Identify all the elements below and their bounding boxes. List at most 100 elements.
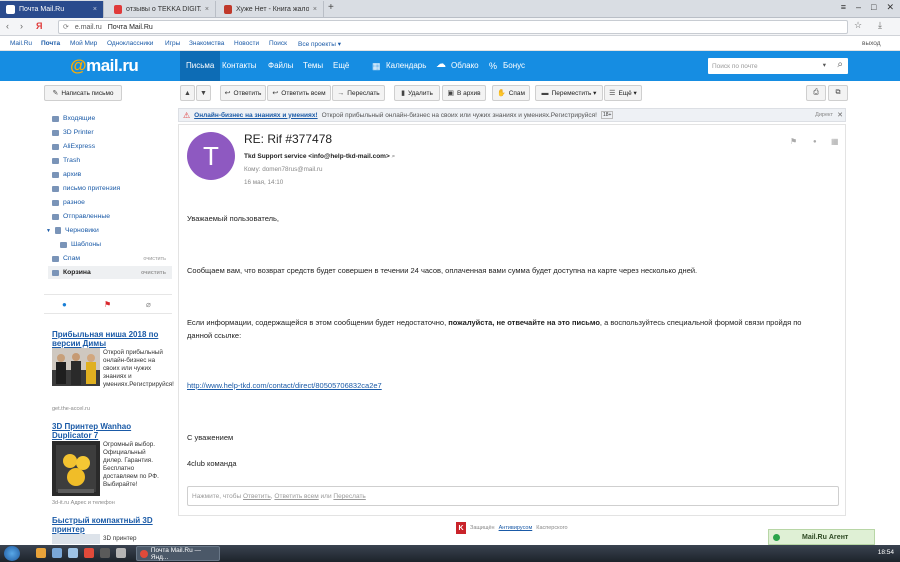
back-arrow-icon[interactable]: ‹ — [6, 21, 9, 31]
tab-complaints[interactable]: Хуже Нет - Книга жалоб, О × — [218, 1, 324, 18]
ad-title[interactable]: 3D Принтер Wanhao Duplicator 7 — [52, 422, 162, 440]
logout-link[interactable]: выход — [862, 40, 881, 47]
folder-trash[interactable]: Корзина очистить — [48, 266, 172, 279]
app-taskbar-icon[interactable] — [52, 548, 62, 558]
mail-search-input[interactable]: Поиск по почте ▾ ⌕ — [708, 58, 848, 74]
unread-filter-icon[interactable]: ● — [62, 300, 67, 309]
portal-link-dating[interactable]: Знакомства — [189, 40, 224, 47]
flagged-filter-icon[interactable]: ⚑ — [104, 300, 111, 309]
portal-link-games[interactable]: Игры — [165, 40, 180, 47]
nav-bonus[interactable]: Бонус — [503, 61, 525, 70]
clean-spam-link[interactable]: очистить — [143, 256, 166, 262]
start-button[interactable] — [4, 546, 20, 561]
new-tab-button[interactable]: + — [328, 2, 334, 13]
url-field[interactable]: ⟳ e.mail.ru Почта Mail.Ru — [58, 20, 848, 34]
ad-text[interactable]: Огромный выбор. Официальный дилер. Гаран… — [103, 441, 163, 489]
clean-trash-link[interactable]: очистить — [141, 270, 166, 276]
ad-title[interactable]: Быстрый компактный 3D принтер — [52, 516, 162, 534]
quick-reply-box[interactable]: Нажмите, чтобы Ответить, Ответить всем и… — [187, 486, 839, 506]
folder-trash-custom[interactable]: Trash — [52, 154, 172, 167]
folder-misc[interactable]: разное — [52, 196, 172, 209]
folder-sent[interactable]: Отправленные — [52, 210, 172, 223]
attachment-filter-icon[interactable]: ⌀ — [146, 300, 151, 309]
app-taskbar-icon[interactable] — [116, 548, 126, 558]
close-banner-icon[interactable]: ✕ — [837, 111, 843, 119]
portal-link-all-projects[interactable]: Все проекты ▾ — [298, 40, 341, 48]
folder-spam[interactable]: Спам очистить — [52, 252, 172, 265]
folder-aliexpress[interactable]: AliExpress — [52, 140, 172, 153]
bookmark-star-icon[interactable]: ☆ — [854, 20, 862, 31]
quick-reply-all-link[interactable]: Ответить всем — [274, 493, 318, 500]
portal-link-news[interactable]: Новости — [234, 40, 259, 47]
nav-themes[interactable]: Темы — [303, 61, 323, 70]
spam-button[interactable]: ✋ Спам — [492, 85, 530, 101]
forward-button[interactable]: → Переслать — [332, 85, 385, 101]
antivirus-link[interactable]: Антивирусом — [499, 525, 533, 531]
ad-image[interactable] — [52, 534, 100, 544]
close-window-icon[interactable]: ✕ — [886, 2, 894, 13]
search-icon[interactable]: ⌕ — [837, 59, 843, 70]
app-taskbar-icon[interactable] — [68, 548, 78, 558]
ad-title[interactable]: Прибыльная ниша 2018 по версии Димы — [52, 330, 162, 348]
tab-reviews[interactable]: отзывы о TEKKA DIGITAL S. × — [108, 1, 216, 18]
message-from[interactable]: Tkd Support service <info@help-tkd-mail.… — [244, 153, 395, 161]
menu-icon[interactable]: ≡ — [841, 2, 846, 13]
taskbar-task-browser[interactable]: Почта Mail.Ru — Янд... — [136, 546, 220, 561]
direct-label[interactable]: Директ — [815, 112, 833, 118]
sender-address[interactable]: Tkd Support service <info@help-tkd-mail.… — [244, 153, 390, 160]
tab-mail[interactable]: Почта Mail.Ru × — [0, 1, 104, 18]
bookmark-icon[interactable]: ⚑ — [790, 137, 797, 146]
close-tab-icon[interactable]: × — [205, 6, 209, 13]
nav-cloud[interactable]: Облако — [451, 61, 479, 70]
nav-contacts[interactable]: Контакты — [222, 61, 257, 70]
app-taskbar-icon[interactable] — [100, 548, 110, 558]
yandex-taskbar-icon[interactable] — [84, 548, 94, 558]
unread-dot-icon[interactable]: ● — [813, 139, 817, 145]
close-tab-icon[interactable]: × — [313, 6, 317, 13]
ad-text[interactable]: Открой прибыльный онлайн-бизнес на своих… — [103, 349, 174, 389]
new-window-button[interactable]: ⧉ — [828, 85, 848, 101]
forward-arrow-icon[interactable]: › — [20, 21, 23, 31]
folder-3d-printer[interactable]: 3D Printer — [52, 126, 172, 139]
portal-link-mailru[interactable]: Mail.Ru — [10, 40, 32, 47]
print-button[interactable]: ⎙ — [806, 85, 826, 101]
archive-button[interactable]: ▣ В архив — [442, 85, 486, 101]
portal-link-mail[interactable]: Почта — [41, 40, 60, 47]
more-actions-button[interactable]: ☰ Ещё ▾ — [604, 85, 642, 101]
yandex-logo-icon[interactable]: Я — [36, 21, 42, 31]
banner-title[interactable]: Онлайн-бизнес на знаниях и умениях! — [194, 112, 317, 119]
nav-letters[interactable]: Письма — [180, 51, 221, 81]
ad-image[interactable] — [52, 441, 100, 496]
quick-reply-link[interactable]: Ответить — [243, 493, 271, 500]
folder-templates[interactable]: Шаблоны — [60, 238, 172, 251]
download-icon[interactable]: ⤓ — [878, 20, 882, 31]
portal-link-myworld[interactable]: Мой Мир — [70, 40, 97, 47]
portal-link-ok[interactable]: Одноклассники — [107, 40, 153, 47]
system-clock[interactable]: 18:54 — [878, 549, 894, 556]
next-message-button[interactable]: ▼ — [196, 85, 211, 101]
reply-button[interactable]: ↩ Ответить — [220, 85, 266, 101]
folder-taskbar-icon[interactable] — [36, 548, 46, 558]
delete-button[interactable]: ▮ Удалить — [394, 85, 440, 101]
folder-drafts[interactable]: ▼ Черновики — [46, 224, 166, 237]
portal-link-search[interactable]: Поиск — [269, 40, 287, 47]
mailru-logo[interactable]: @mail.ru — [70, 56, 139, 76]
calendar-small-icon[interactable]: ▦ — [831, 137, 839, 146]
close-tab-icon[interactable]: × — [93, 6, 97, 13]
maximize-icon[interactable]: □ — [871, 2, 876, 13]
folder-claim-letter[interactable]: письмо притензия — [52, 182, 172, 195]
collapse-triangle-icon[interactable]: ▼ — [46, 228, 51, 234]
contact-link[interactable]: http://www.help-tkd.com/contact/direct/8… — [187, 381, 382, 390]
reply-all-button[interactable]: ↩ Ответить всем — [267, 85, 331, 101]
sender-search-icon[interactable]: ⌕ — [392, 153, 396, 160]
mailru-agent-button[interactable]: Mail.Ru Агент — [768, 529, 875, 545]
folder-archive[interactable]: архив — [52, 168, 172, 181]
nav-calendar[interactable]: Календарь — [386, 61, 426, 70]
folder-inbox[interactable]: Входящие — [52, 112, 172, 125]
prev-message-button[interactable]: ▲ — [180, 85, 195, 101]
nav-more[interactable]: Ещё — [333, 61, 349, 70]
ad-text[interactable]: 3D принтер — [103, 535, 163, 543]
compose-button[interactable]: ✎ Написать письмо — [44, 85, 122, 101]
reload-icon[interactable]: ⟳ — [63, 23, 69, 31]
sender-avatar[interactable]: T — [187, 132, 235, 180]
